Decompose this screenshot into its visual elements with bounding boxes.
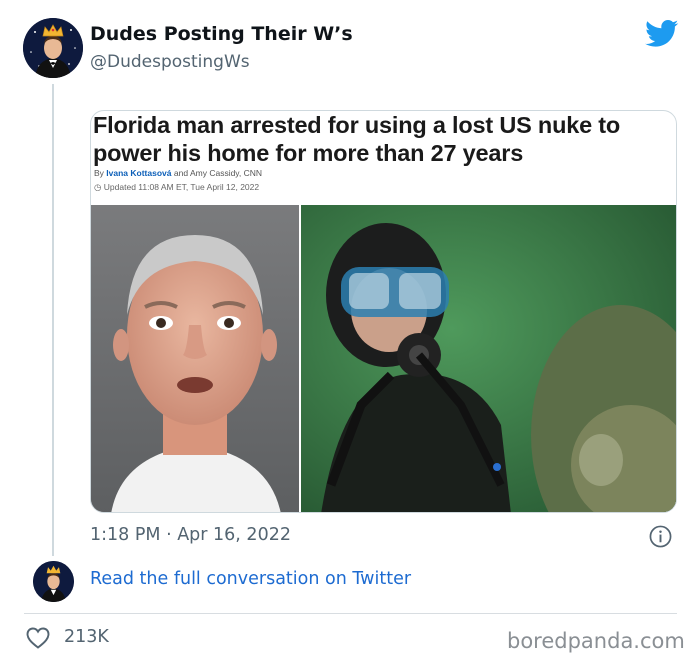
watermark: boredpanda.com — [507, 629, 685, 653]
read-conversation-link[interactable]: Read the full conversation on Twitter — [90, 569, 411, 589]
avatar-crowned-man-image — [33, 561, 74, 602]
heart-icon[interactable] — [26, 627, 50, 649]
clock-icon: ◷ — [94, 182, 102, 192]
info-icon[interactable] — [649, 525, 672, 548]
avatar-crowned-man-image — [23, 18, 83, 78]
byline-prefix: By — [94, 168, 104, 178]
thread-line — [52, 84, 54, 556]
article-updated: ◷ Updated 11:08 AM ET, Tue April 12, 202… — [94, 182, 259, 193]
tweet-timestamp[interactable]: 1:18 PM · Apr 16, 2022 — [90, 525, 291, 545]
byline-author-2: Amy Cassidy, CNN — [189, 168, 263, 178]
byline-author-1: Ivana Kottasová — [106, 168, 172, 178]
article-updated-text: Updated 11:08 AM ET, Tue April 12, 2022 — [103, 182, 260, 192]
diver-photo — [301, 205, 676, 512]
media-card[interactable]: Florida man arrested for using a lost US… — [90, 110, 677, 513]
divider — [24, 613, 677, 614]
twitter-bird-icon[interactable] — [645, 20, 679, 48]
handle[interactable]: @DudespostingWs — [90, 52, 250, 72]
article-byline: By Ivana Kottasová and Amy Cassidy, CNN — [94, 168, 262, 178]
display-name[interactable]: Dudes Posting Their W’s — [90, 23, 353, 45]
article-headline: Florida man arrested for using a lost US… — [93, 112, 621, 166]
avatar[interactable] — [23, 18, 83, 78]
avatar-small[interactable] — [33, 561, 74, 602]
mugshot-photo — [91, 205, 299, 512]
like-count[interactable]: 213K — [64, 627, 109, 647]
byline-join: and — [173, 168, 189, 178]
